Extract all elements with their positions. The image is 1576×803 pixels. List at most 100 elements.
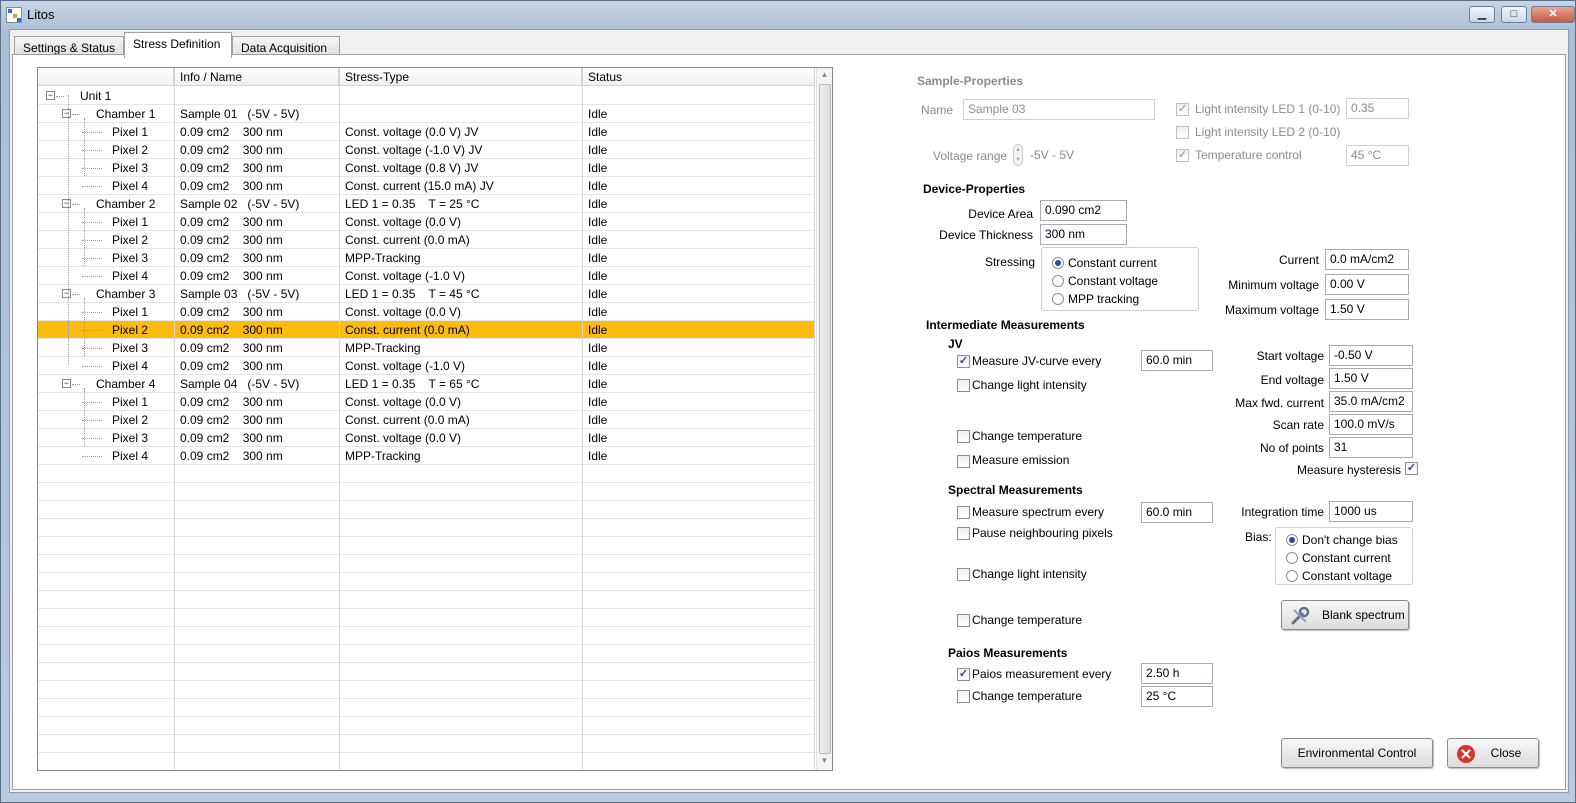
maximize-button[interactable]: □ <box>1501 6 1527 23</box>
jv-interval-field[interactable]: 60.0 min <box>1141 350 1213 371</box>
measure-emission-checkbox[interactable] <box>957 455 970 468</box>
device-area-field[interactable]: 0.090 cm2 <box>1040 200 1127 221</box>
column-header-status[interactable]: Status <box>582 68 814 86</box>
tree-row-pixel[interactable]: Pixel 4 0.09 cm2 300 nm Const. voltage (-1… <box>38 267 814 285</box>
max-fwd-current-field[interactable]: 35.0 mA/cm2 <box>1329 391 1413 412</box>
tab-stress-definition[interactable]: Stress Definition <box>124 32 232 58</box>
led1-checkbox[interactable]: ✓ <box>1176 103 1189 116</box>
stress-type-cell: Const. voltage (0.0 V) JV <box>345 125 479 139</box>
tree-row-unit[interactable]: − Unit 1 <box>38 87 814 105</box>
tree-row-chamber[interactable]: − Chamber 4 Sample 04 (-5V - 5V) LED 1 = 0.… <box>38 375 814 393</box>
tree-row-pixel[interactable]: Pixel 3 0.09 cm2 300 nm Const. voltage (0.… <box>38 429 814 447</box>
close-button[interactable]: Close <box>1447 738 1539 768</box>
current-field[interactable]: 0.0 mA/cm2 <box>1325 249 1409 270</box>
measure-jv-checkbox[interactable]: ✓ <box>957 355 970 368</box>
maximum-voltage-field[interactable]: 1.50 V <box>1325 299 1409 320</box>
spectral-change-temp-checkbox[interactable] <box>957 614 970 627</box>
measure-spectrum-checkbox[interactable] <box>957 506 970 519</box>
paios-change-temp-label: Change temperature <box>972 689 1083 703</box>
jv-change-temp-checkbox[interactable] <box>957 430 970 443</box>
scroll-down-icon[interactable]: ▼ <box>820 756 829 765</box>
bias-constant-voltage-radio[interactable] <box>1286 570 1298 582</box>
paios-change-temp-checkbox[interactable] <box>957 690 970 703</box>
stress-type-cell: Const. voltage (-1.0 V) <box>345 269 466 283</box>
sample-name-field[interactable]: Sample 03 <box>963 99 1155 120</box>
column-header-tree[interactable] <box>38 68 174 86</box>
spectral-change-temp-label: Change temperature <box>972 613 1083 627</box>
tree-row-pixel[interactable]: Pixel 2 0.09 cm2 300 nm Const. voltage (-1… <box>38 141 814 159</box>
device-area-label: Device Area <box>968 207 1033 221</box>
tree-row-pixel[interactable]: Pixel 3 0.09 cm2 300 nm MPP-Tracking Idle <box>38 249 814 267</box>
stress-constant-current-radio[interactable] <box>1052 257 1064 269</box>
info-cell: Sample 04 (-5V - 5V) <box>180 377 300 391</box>
bias-dont-change-radio[interactable] <box>1286 534 1298 546</box>
status-cell <box>582 87 594 104</box>
scroll-up-icon[interactable]: ▲ <box>820 70 829 79</box>
temperature-control-checkbox[interactable]: ✓ <box>1176 149 1189 162</box>
status-cell: Idle <box>588 395 608 409</box>
minimize-button[interactable]: ▁ <box>1469 6 1495 23</box>
stress-type-cell: Const. voltage (0.0 V) <box>345 305 462 319</box>
voltage-range-spinner-icon[interactable]: ▲ ▼ <box>1013 144 1023 166</box>
tree-row-pixel[interactable]: Pixel 3 0.09 cm2 300 nm MPP-Tracking Idle <box>38 339 814 357</box>
jv-change-light-checkbox[interactable] <box>957 379 970 392</box>
device-thickness-field[interactable]: 300 nm <box>1040 224 1127 245</box>
stress-mpp-tracking-radio[interactable] <box>1052 293 1064 305</box>
measure-hysteresis-checkbox[interactable]: ✓ <box>1405 462 1418 475</box>
tree-row-pixel[interactable]: Pixel 4 0.09 cm2 300 nm Const. voltage (-1… <box>38 357 814 375</box>
tree-row-pixel[interactable]: Pixel 1 0.09 cm2 300 nm Const. voltage (0.… <box>38 393 814 411</box>
column-header-stress[interactable]: Stress-Type <box>339 68 582 86</box>
bias-option-0: Don't change bias <box>1302 533 1398 547</box>
integration-time-field[interactable]: 1000 us <box>1329 501 1413 522</box>
status-cell: Idle <box>588 287 608 301</box>
tree-row-pixel[interactable]: Pixel 4 0.09 cm2 300 nm Const. current (15… <box>38 177 814 195</box>
title-bar[interactable]: Litos ▁ □ ✕ <box>1 1 1575 29</box>
start-voltage-field[interactable]: -0.50 V <box>1329 345 1413 366</box>
collapse-toggle-icon[interactable]: − <box>62 199 71 208</box>
stress-type-cell: LED 1 = 0.35 T = 45 °C <box>345 287 480 301</box>
tree-row-chamber[interactable]: − Chamber 3 Sample 03 (-5V - 5V) LED 1 = 0.… <box>38 285 814 303</box>
collapse-toggle-icon[interactable]: − <box>46 91 55 100</box>
empty-row <box>38 699 814 717</box>
spectrum-interval-field[interactable]: 60.0 min <box>1141 502 1213 523</box>
no-of-points-field[interactable]: 31 <box>1329 437 1413 458</box>
stress-tree-list[interactable]: Info / Name Stress-Type Status − Unit 1− C… <box>37 67 833 771</box>
minimum-voltage-field[interactable]: 0.00 V <box>1325 274 1409 295</box>
tree-row-pixel[interactable]: Pixel 2 0.09 cm2 300 nm Const. current (0.… <box>38 231 814 249</box>
paios-temp-field[interactable]: 25 °C <box>1141 686 1213 707</box>
vertical-scrollbar[interactable]: ▲ ▼ <box>816 68 832 770</box>
info-cell: 0.09 cm2 300 nm <box>180 269 283 283</box>
tree-row-chamber[interactable]: − Chamber 2 Sample 02 (-5V - 5V) LED 1 = 0.… <box>38 195 814 213</box>
tree-row-pixel[interactable]: Pixel 2 0.09 cm2 300 nm Const. current (0.… <box>38 321 814 339</box>
tree-row-pixel[interactable]: Pixel 1 0.09 cm2 300 nm Const. voltage (0.… <box>38 213 814 231</box>
environmental-control-button[interactable]: Environmental Control <box>1281 738 1433 768</box>
voltage-range-field[interactable]: -5V - 5V <box>1025 145 1093 166</box>
tree-row-pixel[interactable]: Pixel 1 0.09 cm2 300 nm Const. voltage (0.… <box>38 303 814 321</box>
blank-spectrum-button[interactable]: Blank spectrum <box>1281 600 1409 630</box>
voltage-range-label: Voltage range <box>933 149 1008 163</box>
tree-row-pixel[interactable]: Pixel 1 0.09 cm2 300 nm Const. voltage (0.… <box>38 123 814 141</box>
scan-rate-field[interactable]: 100.0 mV/s <box>1329 414 1413 435</box>
led2-checkbox[interactable] <box>1176 126 1189 139</box>
bias-constant-current-radio[interactable] <box>1286 552 1298 564</box>
integration-time-label: Integration time <box>1241 505 1324 519</box>
end-voltage-field[interactable]: 1.50 V <box>1329 368 1413 389</box>
pause-neighbouring-checkbox[interactable] <box>957 527 970 540</box>
column-header-info[interactable]: Info / Name <box>174 68 339 86</box>
window-close-button[interactable]: ✕ <box>1531 6 1575 23</box>
tree-row-pixel[interactable]: Pixel 2 0.09 cm2 300 nm Const. current (0.… <box>38 411 814 429</box>
led1-field[interactable]: 0.35 <box>1346 98 1409 119</box>
collapse-toggle-icon[interactable]: − <box>62 289 71 298</box>
tree-row-chamber[interactable]: − Chamber 1 Sample 01 (-5V - 5V) Idle <box>38 105 814 123</box>
collapse-toggle-icon[interactable]: − <box>62 109 71 118</box>
tree-row-pixel[interactable]: Pixel 3 0.09 cm2 300 nm Const. voltage (0.… <box>38 159 814 177</box>
temperature-field[interactable]: 45 °C <box>1346 145 1409 166</box>
paios-interval-field[interactable]: 2.50 h <box>1141 663 1213 684</box>
scroll-thumb[interactable] <box>819 84 831 754</box>
paios-every-checkbox[interactable]: ✓ <box>957 668 970 681</box>
status-cell: Idle <box>588 413 608 427</box>
tree-row-pixel[interactable]: Pixel 4 0.09 cm2 300 nm MPP-Tracking Idle <box>38 447 814 465</box>
stress-constant-voltage-radio[interactable] <box>1052 275 1064 287</box>
spectral-change-light-checkbox[interactable] <box>957 568 970 581</box>
collapse-toggle-icon[interactable]: − <box>62 379 71 388</box>
